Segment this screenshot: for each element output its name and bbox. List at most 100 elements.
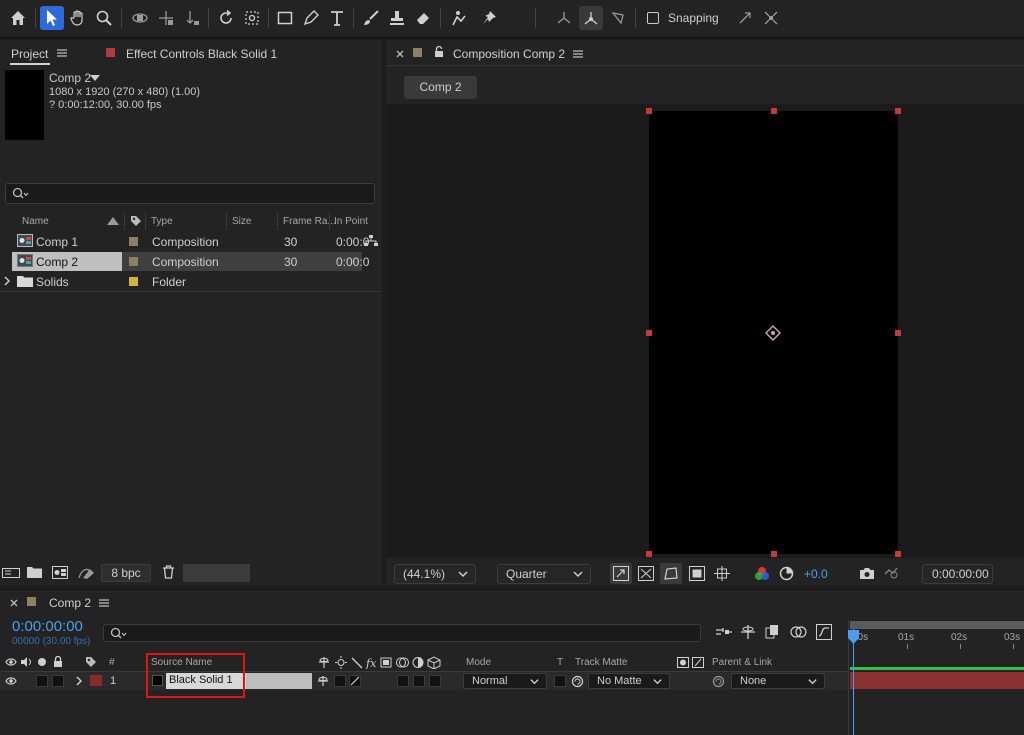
project-tab[interactable]: Project	[11, 47, 48, 61]
list-item[interactable]: Solids	[36, 275, 69, 289]
chevron-down-icon[interactable]	[90, 75, 100, 81]
transform-handle[interactable]	[646, 551, 652, 557]
close-icon[interactable]	[396, 50, 404, 58]
zoom-dropdown[interactable]: (44.1%)	[394, 564, 476, 584]
anchor-point-icon[interactable]	[765, 325, 781, 341]
bit-depth-button[interactable]: 8 bpc	[101, 564, 151, 582]
draft-3d-icon[interactable]	[740, 624, 756, 640]
panel-menu-icon[interactable]	[99, 598, 109, 608]
label-tag-icon[interactable]	[130, 215, 142, 227]
home-icon[interactable]	[6, 6, 30, 30]
clone-stamp-tool-icon[interactable]	[385, 6, 409, 30]
transform-handle[interactable]	[895, 108, 901, 114]
preserve-transparency-switch[interactable]	[554, 675, 566, 687]
pan-camera-icon[interactable]	[154, 6, 178, 30]
transform-handle[interactable]	[895, 330, 901, 336]
col-in-point[interactable]: In Point	[334, 216, 368, 227]
timeline-timecode[interactable]: 0:00:00:00	[12, 618, 83, 635]
collapse-switch[interactable]	[334, 675, 346, 687]
channel-icon[interactable]	[754, 566, 770, 581]
world-axis-icon[interactable]	[579, 6, 603, 30]
new-composition-icon[interactable]	[52, 566, 68, 579]
comp-breadcrumb-tab[interactable]: Comp 2	[404, 76, 477, 99]
label-tag-icon[interactable]	[85, 656, 97, 668]
fast-previews-icon[interactable]	[610, 563, 632, 584]
list-item[interactable]: Comp 1	[36, 235, 78, 249]
graph-editor-icon[interactable]	[816, 624, 832, 640]
project-settings-icon[interactable]	[78, 566, 96, 579]
exposure-value[interactable]: +0.0	[804, 567, 828, 581]
lock-icon[interactable]	[434, 46, 444, 57]
panel-menu-icon[interactable]	[573, 49, 583, 59]
col-size[interactable]: Size	[232, 216, 251, 227]
show-snapshot-icon[interactable]	[883, 564, 899, 580]
label-swatch[interactable]	[129, 277, 138, 286]
quality-switch[interactable]	[349, 675, 361, 687]
transform-handle[interactable]	[771, 551, 777, 557]
snapshot-icon[interactable]	[859, 566, 875, 580]
3d-layer-switch[interactable]	[429, 675, 441, 687]
zoom-tool-icon[interactable]	[92, 6, 116, 30]
pen-tool-icon[interactable]	[299, 6, 323, 30]
col-track-matte[interactable]: Track Matte	[575, 657, 627, 668]
timeline-search-input[interactable]	[103, 624, 701, 642]
rotate-tool-icon[interactable]	[214, 6, 238, 30]
current-time-display[interactable]: 0:00:00:00	[922, 564, 993, 584]
audio-toggle-icon[interactable]	[20, 657, 32, 667]
hand-tool-icon[interactable]	[66, 6, 90, 30]
project-search-input[interactable]	[5, 183, 375, 204]
transform-handle[interactable]	[771, 108, 777, 114]
sort-arrow-icon[interactable]	[107, 217, 119, 225]
shy-switch-icon[interactable]	[317, 675, 329, 687]
anchor-point-tool-icon[interactable]	[240, 6, 264, 30]
solo-switch[interactable]	[36, 675, 48, 687]
type-tool-icon[interactable]	[325, 6, 349, 30]
mask-visibility-icon[interactable]	[660, 563, 682, 584]
region-of-interest-icon[interactable]	[689, 566, 705, 581]
chevron-right-icon[interactable]	[75, 676, 83, 686]
transparency-grid-icon[interactable]	[638, 566, 654, 581]
video-toggle-icon[interactable]	[5, 657, 17, 667]
col-mode[interactable]: Mode	[466, 657, 491, 668]
selected-item-name[interactable]: Comp 2	[49, 71, 91, 85]
flowchart-icon[interactable]	[364, 235, 378, 247]
parent-dropdown[interactable]: None	[731, 673, 825, 689]
composition-tab[interactable]: Composition Comp 2	[453, 47, 565, 61]
label-swatch[interactable]	[129, 257, 138, 266]
lock-icon[interactable]	[53, 656, 63, 667]
puppet-pin-tool-icon[interactable]	[477, 6, 501, 30]
view-axis-icon[interactable]	[606, 6, 630, 30]
frame-blending-icon[interactable]	[765, 624, 781, 640]
track-matte-dropdown[interactable]: No Matte	[588, 673, 670, 689]
panel-menu-icon[interactable]	[57, 48, 67, 58]
snap-collapse-icon[interactable]	[759, 6, 783, 30]
snap-expand-icon[interactable]	[733, 6, 757, 30]
motion-blur-switch[interactable]	[413, 675, 425, 687]
playhead-icon[interactable]	[848, 630, 859, 644]
current-time-indicator[interactable]	[853, 629, 854, 735]
close-icon[interactable]	[10, 599, 18, 607]
grid-guides-icon[interactable]	[714, 566, 730, 581]
motion-blur-icon[interactable]	[790, 624, 808, 640]
chevron-right-icon[interactable]	[3, 276, 11, 286]
lock-switch[interactable]	[52, 675, 64, 687]
local-axis-icon[interactable]	[552, 6, 576, 30]
blend-mode-dropdown[interactable]: Normal	[463, 673, 547, 689]
selection-tool-icon[interactable]	[40, 6, 64, 30]
effect-controls-tab[interactable]: Effect Controls Black Solid 1	[126, 47, 277, 61]
trash-icon[interactable]	[162, 565, 175, 579]
parent-pick-whip-icon[interactable]	[712, 675, 725, 688]
transform-handle[interactable]	[646, 330, 652, 336]
pick-whip-icon[interactable]	[571, 675, 584, 688]
snapping-checkbox[interactable]	[647, 12, 659, 24]
comp-flowchart-icon[interactable]	[715, 625, 733, 639]
dolly-camera-icon[interactable]	[180, 6, 204, 30]
col-frame-rate[interactable]: Frame Ra...	[283, 216, 336, 227]
work-area-bar[interactable]	[850, 621, 1024, 629]
transform-handle[interactable]	[646, 108, 652, 114]
orbit-camera-icon[interactable]	[128, 6, 152, 30]
list-item[interactable]: Comp 2	[36, 255, 78, 269]
col-parent-link[interactable]: Parent & Link	[712, 657, 772, 668]
resolution-dropdown[interactable]: Quarter	[497, 564, 591, 584]
new-folder-icon[interactable]	[27, 566, 42, 578]
